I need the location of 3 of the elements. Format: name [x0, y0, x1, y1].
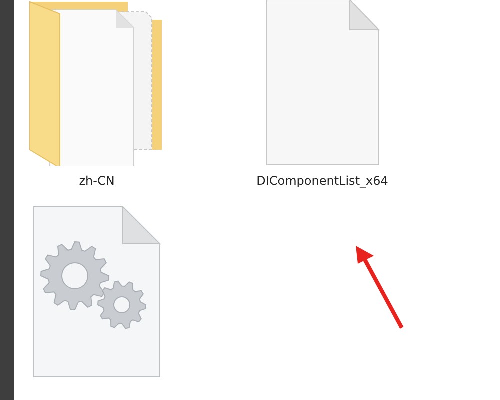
file-name[interactable]: DIComponentList_x64 [256, 174, 388, 188]
file-name[interactable]: zh-CN [79, 174, 115, 188]
settings-file-icon [33, 206, 161, 378]
